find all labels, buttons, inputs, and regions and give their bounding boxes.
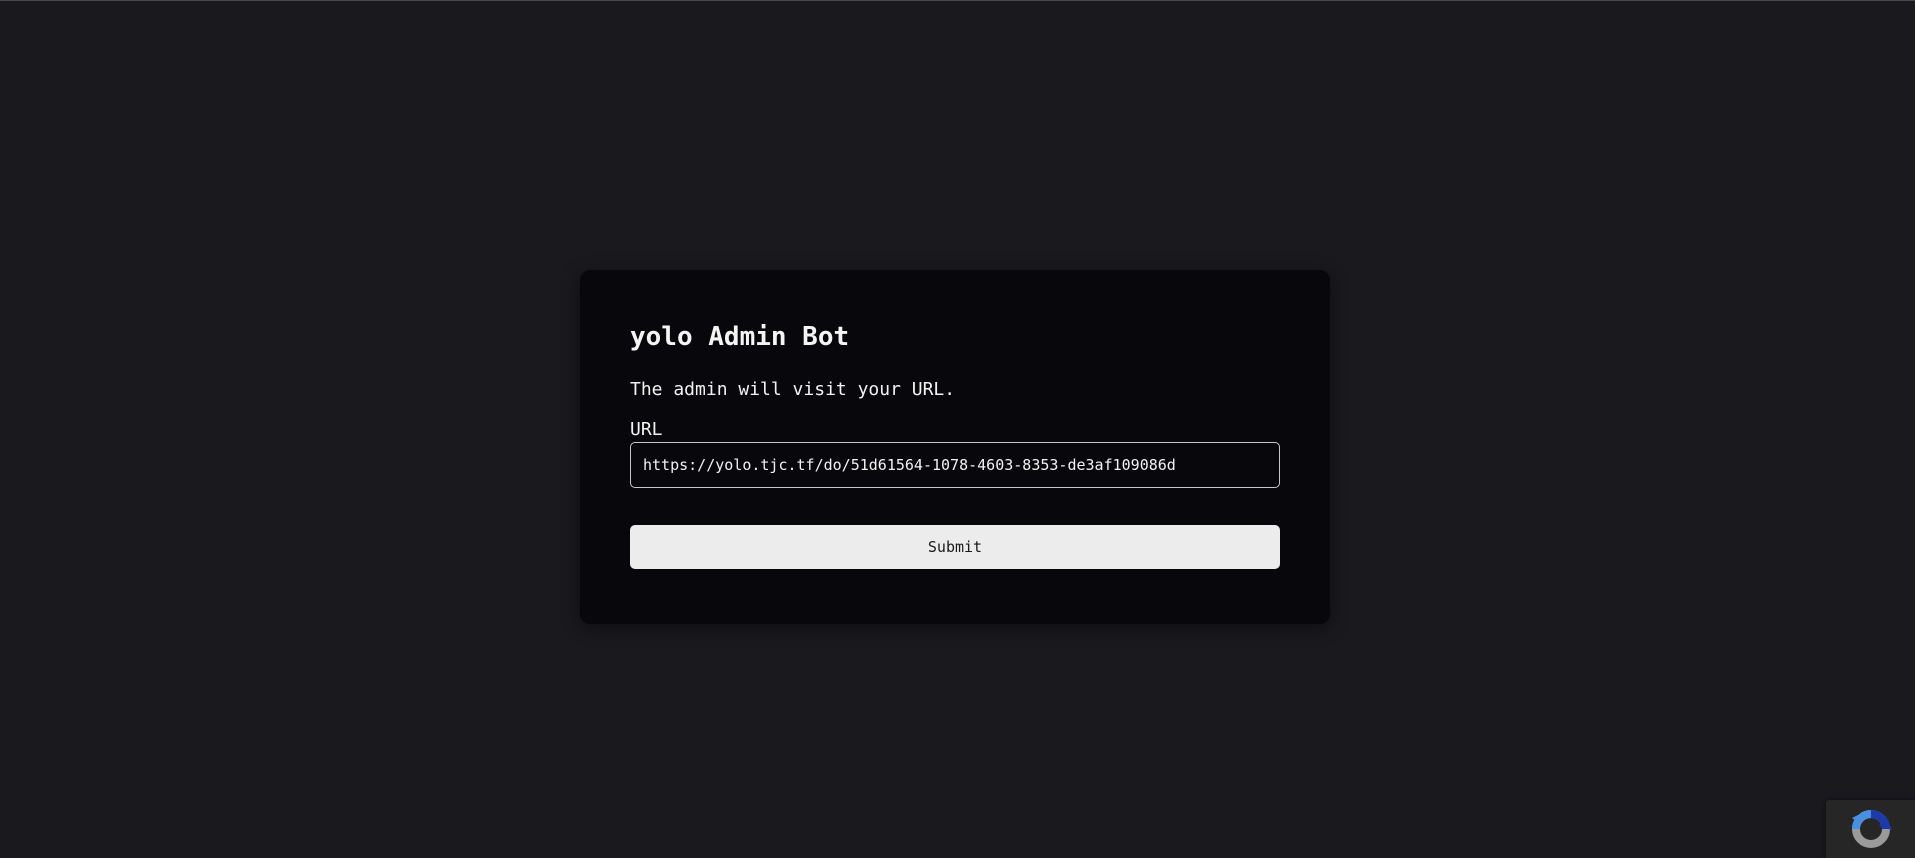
admin-bot-card: yolo Admin Bot The admin will visit your… [580, 270, 1330, 624]
window-top-border [0, 0, 1915, 1]
url-label: URL [630, 419, 663, 440]
url-input[interactable] [630, 442, 1280, 488]
url-form: URL Submit [630, 419, 1280, 569]
description-text: The admin will visit your URL. [630, 379, 956, 400]
submit-button[interactable]: Submit [630, 525, 1280, 569]
recaptcha-badge[interactable] [1826, 800, 1915, 858]
page-title: yolo Admin Bot [630, 322, 850, 352]
